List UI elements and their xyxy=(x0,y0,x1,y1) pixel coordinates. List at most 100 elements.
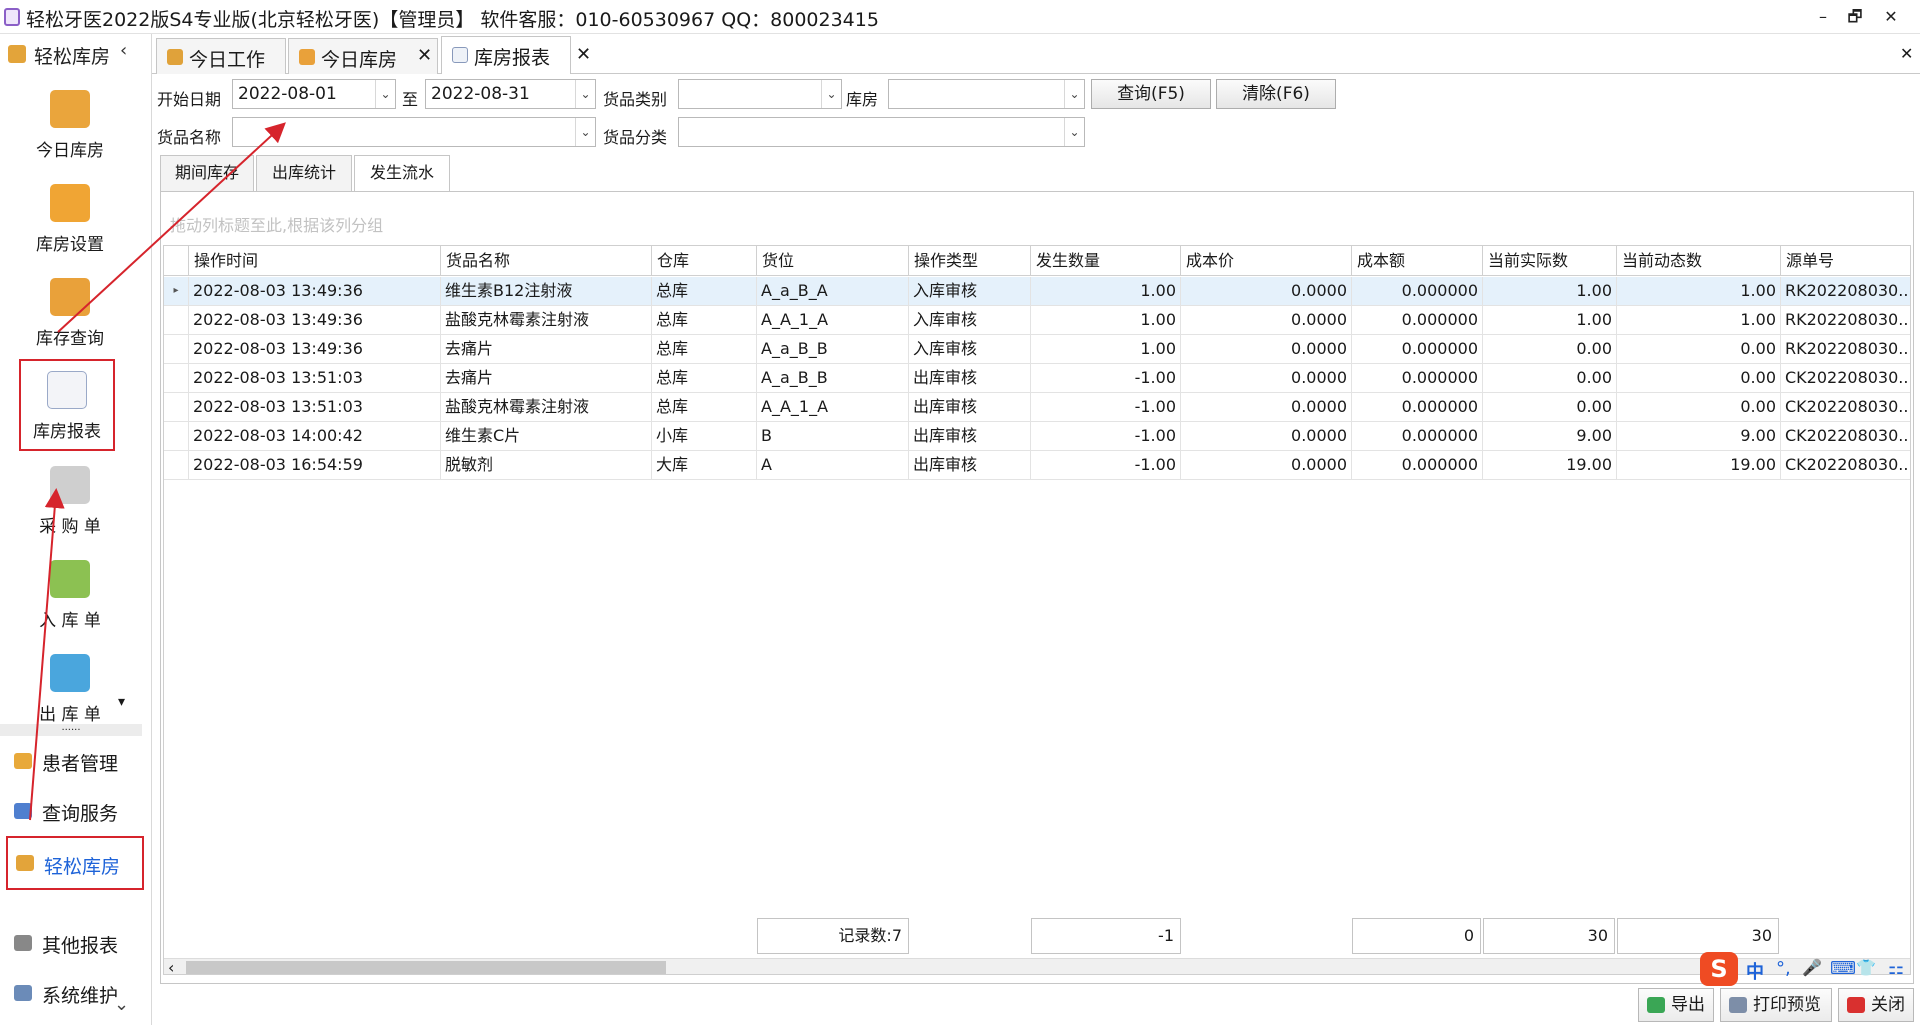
scroll-left-icon[interactable]: ‹ xyxy=(168,958,174,974)
table-row[interactable]: 2022-08-03 14:00:42 维生素C片 小库 B 出库审核 -1.00 0.00… xyxy=(164,422,1910,451)
table-cell: 0.0000 xyxy=(1181,422,1352,450)
export-button[interactable]: 导出 xyxy=(1638,988,1714,1022)
goods-type-select[interactable]: ⌄ xyxy=(678,79,842,109)
print-preview-button[interactable]: 打印预览 xyxy=(1720,988,1832,1022)
nav-other-reports[interactable]: 其他报表 xyxy=(6,921,146,967)
tab-label: 今日库房 xyxy=(321,49,398,71)
sidebar-splitter[interactable]: ...... xyxy=(0,723,142,736)
warehouse-select[interactable]: ⌄ xyxy=(888,79,1085,109)
warehouse-icon xyxy=(8,45,26,63)
tabstrip-close-icon[interactable]: ✕ xyxy=(1900,44,1913,63)
subtab-period-stock[interactable]: 期间库存 xyxy=(160,155,254,191)
table-row[interactable]: 2022-08-03 13:51:03 去痛片 总库 A_a_B_B 出库审核 -1.00… xyxy=(164,364,1910,393)
tab-today-work[interactable]: 今日工作 xyxy=(156,38,286,74)
skin-shirt-icon[interactable]: 👕 xyxy=(1856,958,1876,977)
sogou-logo-icon[interactable]: S xyxy=(1700,952,1738,986)
chevron-down-icon[interactable]: ⌄ xyxy=(575,80,595,108)
printer-icon xyxy=(1729,997,1747,1013)
nav-patient-management[interactable]: 患者管理 xyxy=(6,739,146,785)
chevron-down-icon[interactable]: ⌄ xyxy=(575,118,595,146)
sidebar-more-button[interactable]: ▾ xyxy=(118,694,125,710)
sidebar-scroll-down[interactable]: ⌄ xyxy=(114,994,129,1015)
nav-query-service[interactable]: 查询服务 xyxy=(6,789,146,835)
row-indicator xyxy=(164,335,189,363)
microphone-icon[interactable]: 🎤 xyxy=(1802,958,1822,977)
inbox-up-icon xyxy=(50,654,90,692)
chevron-down-icon[interactable]: ⌄ xyxy=(1064,80,1084,108)
table-cell: 总库 xyxy=(652,364,757,392)
column-header[interactable]: 仓库 xyxy=(652,246,757,276)
column-header[interactable]: 操作类型 xyxy=(909,246,1031,276)
tab-close-icon[interactable]: ✕ xyxy=(576,44,591,65)
table-row[interactable]: 2022-08-03 16:54:59 脱敏剂 大库 A 出库审核 -1.00 0.0000… xyxy=(164,451,1910,480)
column-header[interactable]: 货品名称 xyxy=(441,246,652,276)
ime-punctuation-icon[interactable]: °, xyxy=(1776,958,1791,979)
tool-warehouse-report[interactable]: 库房报表 xyxy=(19,359,115,451)
tab-today-warehouse[interactable]: 今日库房 ✕ xyxy=(288,38,438,74)
subtab-transaction-log[interactable]: 发生流水 xyxy=(354,155,450,192)
table-cell: 2022-08-03 13:51:03 xyxy=(189,364,441,392)
ime-chinese-mode[interactable]: 中 xyxy=(1746,958,1764,984)
tool-label: 今日库房 xyxy=(36,141,104,161)
keyboard-icon[interactable]: ⌨ xyxy=(1830,958,1856,979)
chevron-down-icon[interactable]: ⌄ xyxy=(1064,118,1084,146)
table-row[interactable]: 2022-08-03 13:51:03 盐酸克林霉素注射液 总库 A_A_1_A 出库审… xyxy=(164,393,1910,422)
table-cell: 大库 xyxy=(652,451,757,479)
table-cell: A_A_1_A xyxy=(757,393,909,421)
tool-label: 库存查询 xyxy=(36,329,104,349)
table-row[interactable]: 2022-08-03 13:49:36 盐酸克林霉素注射液 总库 A_A_1_A 入库审… xyxy=(164,306,1910,335)
row-indicator xyxy=(164,393,189,421)
tool-inbound-order[interactable]: 入 库 单 xyxy=(10,550,130,642)
toolbox-icon[interactable]: ⚏ xyxy=(1888,958,1904,979)
column-header[interactable]: 当前动态数 xyxy=(1617,246,1781,276)
close-label: 关闭 xyxy=(1871,995,1905,1015)
clear-button[interactable]: 清除(F6) xyxy=(1216,79,1336,109)
tool-stock-query[interactable]: 库存查询 xyxy=(10,268,130,360)
table-cell: 去痛片 xyxy=(441,364,652,392)
column-header[interactable]: 成本额 xyxy=(1352,246,1483,276)
nav-easy-warehouse[interactable]: 轻松库房 xyxy=(6,836,144,890)
close-window-button[interactable]: ✕ xyxy=(1878,6,1904,28)
row-indicator xyxy=(164,306,189,334)
sidebar-collapse-button[interactable]: ‹ xyxy=(120,40,127,61)
table-cell: -1.00 xyxy=(1031,422,1181,450)
table-cell: 入库审核 xyxy=(909,277,1031,305)
column-header[interactable]: 货位 xyxy=(757,246,909,276)
column-header[interactable]: 发生数量 xyxy=(1031,246,1181,276)
chevron-down-icon[interactable]: ⌄ xyxy=(375,80,395,108)
column-header[interactable]: 源单号 xyxy=(1781,246,1910,276)
goods-name-select[interactable]: ⌄ xyxy=(232,117,596,147)
ime-toolbar: S 中 °, 🎤 ⌨ 👕 ⚏ xyxy=(1700,952,1920,988)
table-cell: 0.0000 xyxy=(1181,335,1352,363)
tool-label: 采 购 单 xyxy=(39,517,101,537)
minimize-button[interactable]: – xyxy=(1810,6,1836,28)
sidebar: 轻松库房 ‹ 今日库房 库房设置 库存查询 库房报表 采 购 单 入 库 单 出… xyxy=(0,34,152,1025)
table-cell: 总库 xyxy=(652,306,757,334)
tool-purchase-order[interactable]: 采 购 单 xyxy=(10,456,130,548)
table-row[interactable]: ▸ 2022-08-03 13:49:36 维生素B12注射液 总库 A_a_B_A 入库… xyxy=(164,277,1910,306)
table-cell: 0.0000 xyxy=(1181,393,1352,421)
tab-close-icon[interactable]: ✕ xyxy=(417,45,432,66)
tab-warehouse-report[interactable]: 库房报表 xyxy=(441,36,571,74)
table-cell: 入库审核 xyxy=(909,306,1031,334)
close-button[interactable]: 关闭 xyxy=(1838,988,1914,1022)
goods-name-label: 货品名称 xyxy=(157,128,222,147)
chevron-down-icon[interactable]: ⌄ xyxy=(821,80,841,108)
tool-warehouse-settings[interactable]: 库房设置 xyxy=(10,174,130,266)
restore-button[interactable]: 🗗 xyxy=(1842,6,1868,28)
table-row[interactable]: 2022-08-03 13:49:36 去痛片 总库 A_a_B_B 入库审核 1.00 0… xyxy=(164,335,1910,364)
horizontal-scrollbar[interactable]: ‹ xyxy=(164,958,1910,974)
column-header[interactable]: 成本价 xyxy=(1181,246,1352,276)
tool-today-warehouse[interactable]: 今日库房 xyxy=(10,80,130,172)
column-header[interactable]: 操作时间 xyxy=(189,246,441,276)
subtab-outbound-stats[interactable]: 出库统计 xyxy=(256,155,352,191)
row-indicator: ▸ xyxy=(164,277,189,305)
column-header[interactable]: 当前实际数 xyxy=(1483,246,1617,276)
start-date-picker[interactable]: 2022-08-01 ⌄ xyxy=(232,79,396,109)
end-date-picker[interactable]: 2022-08-31 ⌄ xyxy=(425,79,596,109)
query-button[interactable]: 查询(F5) xyxy=(1091,79,1211,109)
goods-class-select[interactable]: ⌄ xyxy=(678,117,1085,147)
scrollbar-thumb[interactable] xyxy=(186,961,666,974)
table-cell: 2022-08-03 13:49:36 xyxy=(189,335,441,363)
worker-icon xyxy=(167,49,183,65)
